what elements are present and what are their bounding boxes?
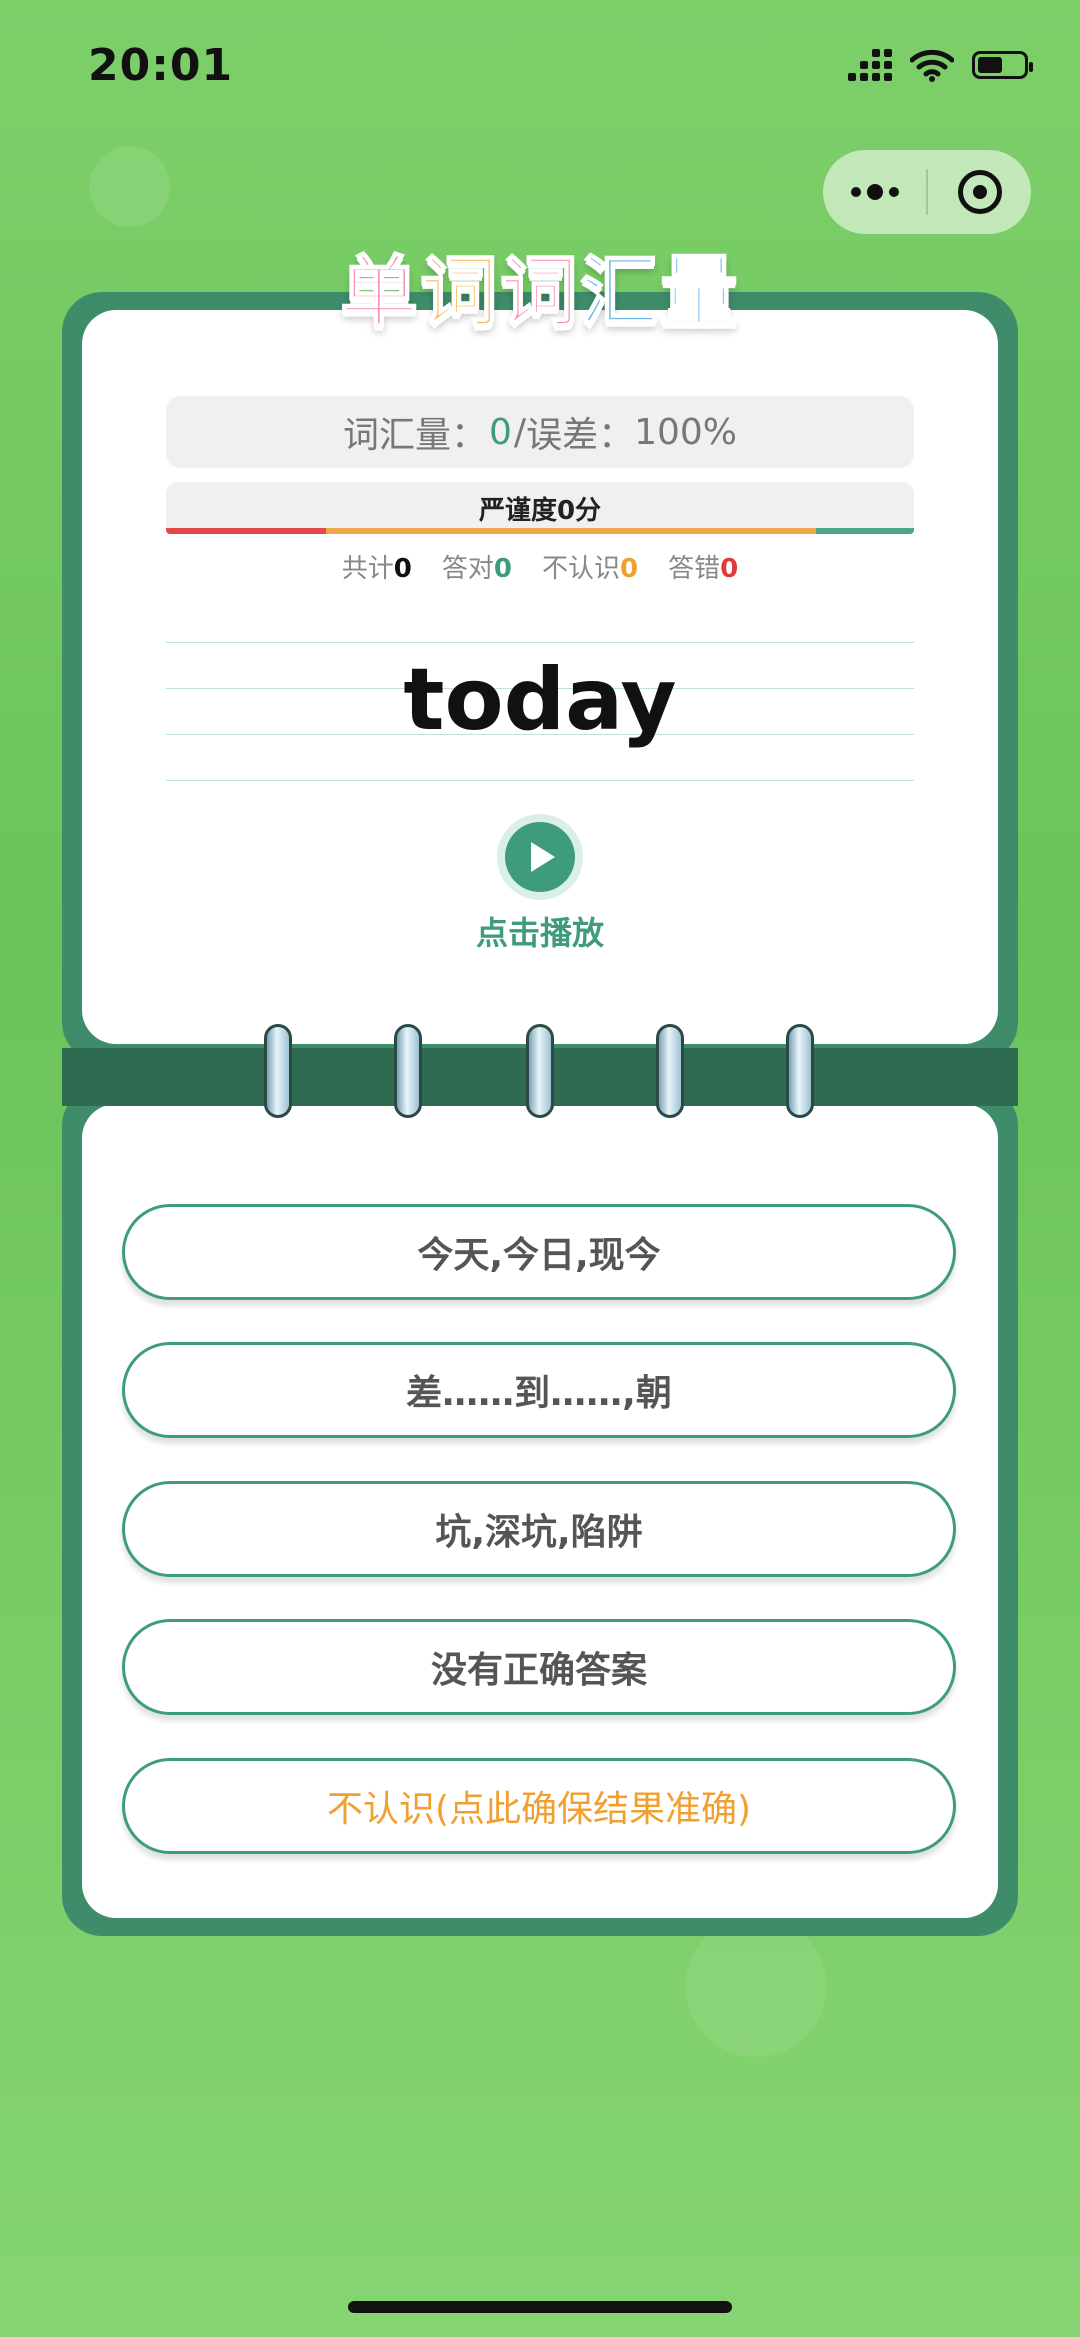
binder-ring	[264, 1024, 292, 1118]
vocab-label: 词汇量：	[343, 415, 488, 456]
close-miniprogram-button[interactable]	[928, 150, 1031, 234]
play-icon	[505, 822, 575, 892]
rigor-score-bar: 严谨度0分	[166, 482, 914, 534]
more-dots-icon	[850, 184, 899, 200]
logo-char: 词	[419, 247, 500, 339]
dont-know-option[interactable]: 不认识(点此确保结果准确)	[122, 1758, 956, 1854]
logo-char: 单	[339, 247, 420, 339]
vocab-summary: 词汇量： 0 / 误差： 100%	[166, 396, 914, 468]
more-button[interactable]	[823, 150, 926, 234]
cellular-signal-icon	[848, 49, 892, 81]
rigor-label: 严谨度0分	[478, 495, 602, 526]
stat-correct: 答对0	[441, 554, 512, 584]
app-logo: 单词词汇量	[300, 230, 780, 342]
error-label: 误差：	[526, 415, 635, 456]
binder-ring	[786, 1024, 814, 1118]
status-icons	[848, 48, 1033, 82]
answer-stats: 共计0 答对0 不认识0 答错0	[166, 548, 914, 585]
binder-ring	[656, 1024, 684, 1118]
answer-option-2[interactable]: 差……到……,朝	[122, 1342, 956, 1438]
binder-ring	[526, 1024, 554, 1118]
logo-char: 量	[659, 247, 741, 339]
wifi-icon	[910, 49, 954, 82]
stat-total: 共计0	[341, 554, 412, 584]
answer-option-1[interactable]: 今天,今日,现今	[122, 1204, 956, 1300]
miniprogram-capsule	[823, 150, 1031, 234]
status-time: 20:01	[88, 40, 234, 91]
home-indicator[interactable]	[348, 2301, 732, 2313]
vocab-separator: /	[513, 411, 527, 453]
binder-ring	[394, 1024, 422, 1118]
battery-icon	[972, 51, 1033, 79]
error-value: 100%	[634, 411, 737, 453]
no-correct-answer-option[interactable]: 没有正确答案	[122, 1619, 956, 1715]
answer-option-3[interactable]: 坑,深坑,陷阱	[122, 1481, 956, 1577]
target-word: today	[403, 650, 677, 750]
stat-unknown: 不认识0	[542, 554, 639, 584]
rigor-color-scale	[166, 528, 914, 534]
target-circle-icon	[957, 170, 1002, 214]
logo-char: 词	[499, 247, 580, 339]
vocab-value: 0	[489, 411, 512, 453]
logo-char: 汇	[579, 247, 661, 339]
play-audio-label[interactable]: 点击播放	[390, 908, 690, 954]
play-audio-button[interactable]	[497, 814, 583, 900]
stat-wrong: 答错0	[668, 554, 739, 584]
